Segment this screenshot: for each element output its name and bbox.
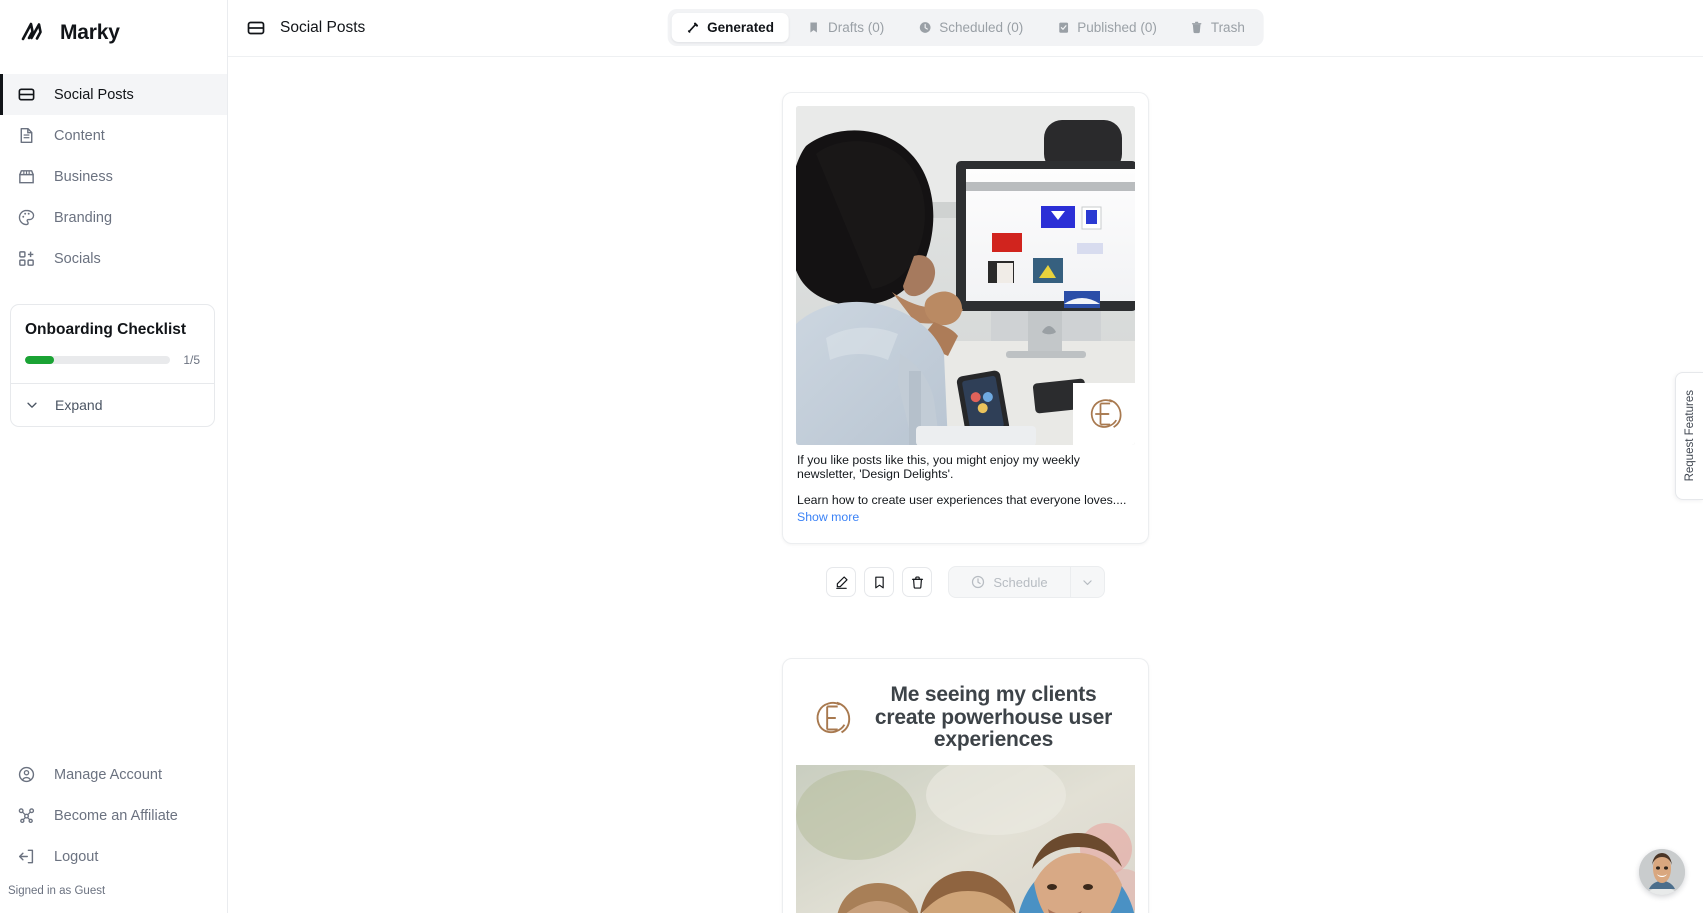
storefront-icon [16, 167, 36, 187]
signed-in-status: Signed in as Guest [8, 885, 106, 897]
tab-label: Generated [707, 20, 774, 35]
sidebar-item-label: Business [54, 168, 113, 185]
support-avatar-button[interactable] [1639, 849, 1685, 895]
progress-track [25, 356, 171, 364]
show-more-link[interactable]: Show more [797, 510, 859, 524]
tab-published[interactable]: Published (0) [1042, 13, 1172, 42]
bookmark-icon [808, 21, 820, 34]
chevron-down-icon [1081, 576, 1094, 589]
post-text: If you like posts like this, you might e… [797, 453, 1134, 507]
grid-plus-icon [16, 249, 36, 269]
page-header: Social Posts [228, 18, 365, 38]
pencil-icon [834, 575, 849, 590]
sidebar-item-socials[interactable]: Socials [0, 238, 227, 279]
progress-fill [25, 356, 55, 364]
onboarding-title: Onboarding Checklist [25, 321, 187, 338]
sidebar-item-social-posts[interactable]: Social Posts [0, 74, 227, 115]
request-features-label: Request Features [1683, 390, 1696, 482]
schedule-label: Schedule [993, 574, 1048, 590]
progress-label: 1/5 [183, 353, 200, 367]
onboarding-checklist-card: Onboarding Checklist 1/5 Expand [10, 304, 215, 427]
onboarding-top: Onboarding Checklist 1/5 [11, 305, 214, 383]
schedule-button[interactable]: Schedule [949, 567, 1069, 597]
post-card: If you like posts like this, you might e… [782, 92, 1149, 545]
clock-icon [971, 575, 985, 589]
sidebar-nav: Social Posts Content Business Branding S… [0, 74, 227, 279]
meme-header: Me seeing my clients create powerhouse u… [796, 672, 1135, 766]
avatar [1639, 849, 1685, 895]
sidebar-item-business[interactable]: Business [0, 156, 227, 197]
post-body: If you like posts like this, you might e… [796, 445, 1135, 530]
tab-label: Trash [1210, 20, 1245, 35]
sidebar-item-logout[interactable]: Logout [0, 836, 227, 877]
sidebar-item-label: Social Posts [54, 86, 134, 103]
sidebar-bottom-nav: Manage Account Become an Affiliate Logou… [0, 754, 227, 913]
ec-monogram-logo [808, 691, 854, 745]
sidebar-item-label: Content [54, 127, 105, 144]
palette-icon [16, 208, 36, 228]
sidebar-item-label: Logout [54, 848, 99, 865]
brand[interactable]: Marky [0, 0, 227, 62]
sidebar-item-content[interactable]: Content [0, 115, 227, 156]
ec-monogram-logo [1073, 383, 1135, 445]
tab-generated[interactable]: Generated [671, 13, 789, 42]
document-icon [16, 126, 36, 146]
sidebar-item-branding[interactable]: Branding [0, 197, 227, 238]
tab-scheduled[interactable]: Scheduled (0) [903, 13, 1038, 42]
chevron-down-icon [25, 398, 39, 412]
magic-wand-icon [686, 21, 699, 34]
sidebar-item-label: Manage Account [54, 766, 163, 783]
tab-label: Drafts (0) [827, 20, 885, 35]
sidebar-item-label: Branding [54, 209, 113, 226]
bookmark-icon [872, 575, 887, 590]
delete-post-button[interactable] [902, 567, 933, 598]
schedule-button-group: Schedule [948, 566, 1105, 599]
posts-feed[interactable]: If you like posts like this, you might e… [228, 57, 1703, 913]
sidebar-item-become-affiliate[interactable]: Become an Affiliate [0, 795, 227, 836]
logout-icon [16, 847, 36, 867]
post-paragraph: Learn how to create user experiences tha… [797, 492, 1127, 507]
post-image [796, 765, 1135, 913]
post-image [796, 106, 1135, 445]
main-content: Social Posts Generated Drafts (0) Schedu… [228, 0, 1703, 913]
topbar: Social Posts Generated Drafts (0) Schedu… [228, 0, 1703, 57]
sidebar-item-label: Socials [54, 250, 101, 267]
brand-name: Marky [60, 21, 120, 44]
post-paragraph: If you like posts like this, you might e… [797, 453, 1080, 481]
social-posts-icon [246, 18, 266, 38]
sidebar: Marky Social Posts Content Business Bran… [0, 0, 228, 913]
sidebar-item-manage-account[interactable]: Manage Account [0, 754, 227, 795]
onboarding-expand-label: Expand [55, 397, 103, 413]
meme-title: Me seeing my clients create powerhouse u… [874, 683, 1113, 751]
user-circle-icon [16, 765, 36, 785]
app-root: Marky Social Posts Content Business Bran… [0, 0, 1703, 913]
tab-label: Scheduled (0) [939, 20, 1024, 35]
onboarding-progress: 1/5 [25, 353, 200, 367]
tab-trash[interactable]: Trash [1176, 13, 1260, 42]
tab-bar: Generated Drafts (0) Scheduled (0) Publi… [667, 9, 1264, 46]
tab-label: Published (0) [1077, 20, 1157, 35]
post-action-bar: Schedule [782, 566, 1149, 599]
social-posts-icon [16, 85, 36, 105]
onboarding-expand-button[interactable]: Expand [11, 384, 214, 426]
trash-icon [1191, 21, 1203, 34]
clock-icon [918, 21, 931, 34]
page-title: Social Posts [280, 19, 366, 36]
tab-drafts[interactable]: Drafts (0) [793, 13, 899, 42]
three-people-photo [796, 765, 1135, 913]
schedule-dropdown-button[interactable] [1069, 567, 1104, 598]
edit-post-button[interactable] [826, 567, 857, 598]
marky-logo-icon [18, 18, 48, 48]
trash-icon [910, 575, 925, 590]
checked-clipboard-icon [1057, 21, 1069, 34]
share-nodes-icon [16, 806, 36, 826]
post-card: Me seeing my clients create powerhouse u… [782, 658, 1149, 913]
sidebar-item-label: Become an Affiliate [54, 807, 178, 824]
request-features-tab[interactable]: Request Features [1675, 372, 1703, 500]
save-post-button[interactable] [864, 567, 895, 598]
